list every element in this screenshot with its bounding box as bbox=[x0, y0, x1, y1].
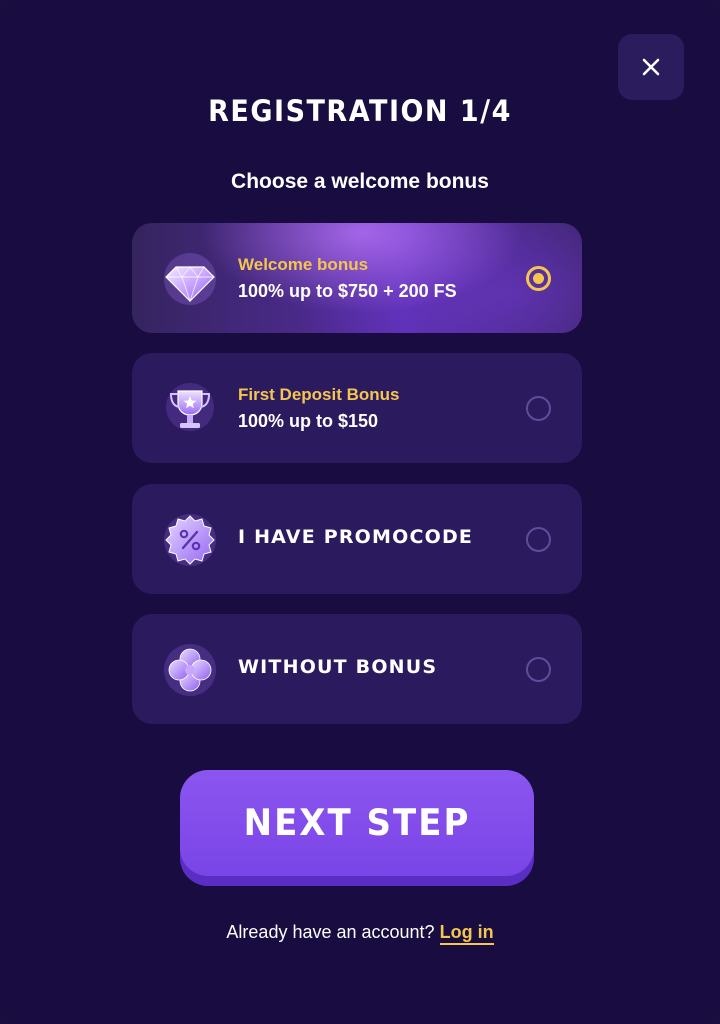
radio-selected[interactable] bbox=[526, 266, 551, 291]
option-value: 100% up to $150 bbox=[238, 411, 379, 431]
next-step-label: NEXT STEP bbox=[243, 801, 471, 845]
bonus-option-promocode[interactable]: I HAVE PROMOCODE bbox=[132, 484, 582, 594]
option-label: I HAVE PROMOCODE bbox=[238, 526, 474, 548]
radio-unselected[interactable] bbox=[526, 396, 551, 421]
trophy-icon bbox=[166, 383, 214, 431]
bonus-option-welcome[interactable]: Welcome bonus 100% up to $750 + 200 FS bbox=[132, 223, 582, 333]
bonus-option-without[interactable]: WITHOUT BONUS bbox=[132, 614, 582, 724]
radio-unselected[interactable] bbox=[526, 527, 551, 552]
diamond-icon bbox=[164, 253, 216, 305]
option-value: 100% up to $750 + 200 FS bbox=[238, 281, 457, 301]
page-subtitle: Choose a welcome bonus bbox=[231, 170, 489, 193]
option-label: WITHOUT BONUS bbox=[238, 656, 438, 678]
login-link[interactable]: Log in bbox=[439, 922, 494, 945]
bonus-option-first-deposit[interactable]: First Deposit Bonus 100% up to $150 bbox=[132, 353, 582, 463]
registration-modal: REGISTRATION 1/4 Choose a welcome bonus … bbox=[0, 0, 720, 1024]
option-label: Welcome bonus bbox=[238, 255, 369, 274]
login-prompt-text: Already have an account? bbox=[226, 922, 435, 942]
close-icon bbox=[642, 58, 660, 76]
option-label: First Deposit Bonus bbox=[238, 385, 400, 404]
login-prompt: Already have an account? Log in bbox=[0, 922, 720, 945]
page-title: REGISTRATION 1/4 bbox=[208, 94, 512, 129]
percent-badge-icon bbox=[164, 514, 216, 566]
radio-unselected[interactable] bbox=[526, 657, 551, 682]
clover-icon bbox=[164, 644, 216, 696]
next-step-button[interactable]: NEXT STEP bbox=[180, 770, 534, 876]
close-button[interactable] bbox=[618, 34, 684, 100]
